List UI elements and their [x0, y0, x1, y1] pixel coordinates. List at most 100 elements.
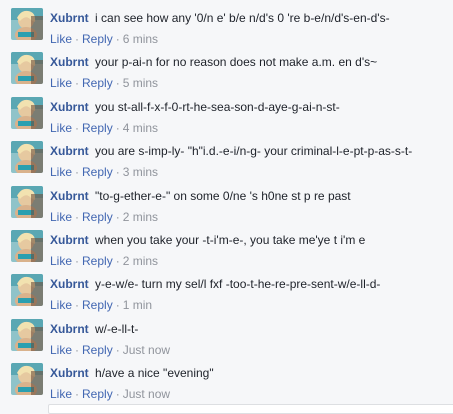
- comment-body: Xubrnt when you take your -t-i'm-e-, you…: [50, 232, 449, 248]
- reply-link[interactable]: Reply: [82, 210, 113, 224]
- like-link[interactable]: Like: [50, 32, 72, 46]
- like-link[interactable]: Like: [50, 254, 72, 268]
- comment-timestamp[interactable]: Just now: [123, 387, 170, 401]
- comment-author[interactable]: Xubrnt: [50, 100, 89, 114]
- reply-link[interactable]: Reply: [82, 254, 113, 268]
- separator-dot: ·: [75, 298, 80, 313]
- comment-text: i can see how any '0/n e' b/e n/d's 0 'r…: [95, 11, 390, 25]
- comment-actions: Like · Reply · 1 min: [50, 297, 152, 313]
- comment-author[interactable]: Xubrnt: [50, 277, 89, 291]
- comment-item: Xubrnt your p-ai-n for no reason does no…: [0, 52, 453, 96]
- like-link[interactable]: Like: [50, 121, 72, 135]
- like-link[interactable]: Like: [50, 76, 72, 90]
- separator-dot: ·: [75, 342, 80, 357]
- comment-body: Xubrnt your p-ai-n for no reason does no…: [50, 54, 449, 70]
- comment-body: Xubrnt y-e-w/e- turn my sel/l fxf -too-t…: [50, 276, 449, 292]
- comment-actions: Like · Reply · 3 mins: [50, 164, 158, 180]
- comment-item: Xubrnt i can see how any '0/n e' b/e n/d…: [0, 8, 453, 52]
- comment-timestamp[interactable]: 5 mins: [123, 76, 158, 90]
- comment-body: Xubrnt i can see how any '0/n e' b/e n/d…: [50, 10, 449, 26]
- comment-item: Xubrnt you are s-imp-ly- "h"i.d.-e-i/n-g…: [0, 141, 453, 185]
- like-link[interactable]: Like: [50, 298, 72, 312]
- avatar[interactable]: [11, 141, 43, 174]
- separator-dot: ·: [115, 254, 120, 268]
- comment-item: Xubrnt when you take your -t-i'm-e-, you…: [0, 230, 453, 274]
- separator-dot: ·: [115, 76, 120, 91]
- reply-link[interactable]: Reply: [82, 298, 113, 312]
- comment-timestamp[interactable]: 2 mins: [123, 254, 158, 268]
- comment-timestamp[interactable]: 4 mins: [123, 121, 158, 135]
- comment-author[interactable]: Xubrnt: [50, 233, 89, 247]
- avatar[interactable]: [11, 8, 43, 40]
- comment-actions: Like · Reply · 5 mins: [50, 75, 158, 91]
- comment-text: your p-ai-n for no reason does not make …: [95, 55, 378, 70]
- separator-dot: ·: [115, 165, 120, 180]
- reply-link[interactable]: Reply: [82, 387, 113, 401]
- avatar[interactable]: [11, 274, 43, 307]
- comment-body: Xubrnt h/ave a nice "evening": [50, 365, 449, 381]
- comment-author[interactable]: Xubrnt: [50, 144, 89, 158]
- avatar[interactable]: [11, 185, 43, 218]
- separator-dot: ·: [75, 165, 80, 180]
- comment-text: "to-g-ether-e-" on some 0/ne 's h0ne st …: [95, 188, 351, 203]
- like-link[interactable]: Like: [50, 343, 72, 357]
- comment-timestamp[interactable]: Just now: [123, 343, 170, 357]
- comment-timestamp[interactable]: 1 min: [123, 298, 152, 312]
- comment-body: Xubrnt you st-all-f-x-f-0-rt-he-sea-son-…: [50, 99, 449, 115]
- comment-text: you are s-imp-ly- "h"i.d.-e-i/n-g- your …: [95, 144, 413, 159]
- separator-dot: ·: [75, 32, 80, 46]
- avatar[interactable]: [11, 318, 43, 351]
- separator-dot: ·: [75, 76, 80, 91]
- comment-text: when you take your -t-i'm-e-, you take m…: [95, 233, 366, 247]
- comment-actions: Like · Reply · Just now: [50, 386, 170, 402]
- comment-item: Xubrnt h/ave a nice "evening" Like · Reply…: [0, 363, 453, 407]
- separator-dot: ·: [75, 209, 80, 224]
- comment-text: you st-all-f-x-f-0-rt-he-sea-son-d-aye-g…: [95, 99, 340, 114]
- separator-dot: ·: [115, 32, 120, 46]
- comment-body: Xubrnt you are s-imp-ly- "h"i.d.-e-i/n-g…: [50, 143, 449, 159]
- comment-timestamp[interactable]: 6 mins: [123, 32, 158, 46]
- separator-dot: ·: [75, 254, 80, 268]
- separator-dot: ·: [115, 342, 120, 357]
- comment-author[interactable]: Xubrnt: [50, 366, 89, 380]
- comment-actions: Like · Reply · Just now: [50, 342, 170, 358]
- reply-link[interactable]: Reply: [82, 121, 113, 135]
- reply-link[interactable]: Reply: [82, 343, 113, 357]
- avatar[interactable]: [11, 52, 43, 85]
- comment-actions: Like · Reply · 2 mins: [50, 209, 158, 225]
- like-link[interactable]: Like: [50, 387, 72, 401]
- separator-dot: ·: [75, 120, 80, 135]
- separator-dot: ·: [75, 387, 80, 402]
- comment-body: Xubrnt "to-g-ether-e-" on some 0/ne 's h…: [50, 188, 449, 204]
- like-link[interactable]: Like: [50, 210, 72, 224]
- avatar[interactable]: [11, 363, 43, 396]
- separator-dot: ·: [115, 120, 120, 135]
- reply-link[interactable]: Reply: [82, 165, 113, 179]
- separator-dot: ·: [115, 209, 120, 224]
- comment-item: Xubrnt w/-e-ll-t- Like · Reply · Just now: [0, 318, 453, 363]
- reply-input[interactable]: [48, 404, 453, 414]
- comment-author[interactable]: Xubrnt: [50, 322, 89, 336]
- comment-author[interactable]: Xubrnt: [50, 55, 89, 69]
- comment-author[interactable]: Xubrnt: [50, 189, 89, 203]
- avatar[interactable]: [11, 96, 43, 129]
- comment-timestamp[interactable]: 3 mins: [123, 165, 158, 179]
- comment-item: Xubrnt y-e-w/e- turn my sel/l fxf -too-t…: [0, 274, 453, 318]
- like-link[interactable]: Like: [50, 165, 72, 179]
- comment-text: h/ave a nice "evening": [95, 366, 214, 381]
- separator-dot: ·: [115, 298, 120, 313]
- reply-link[interactable]: Reply: [82, 32, 113, 46]
- comment-text: w/-e-ll-t-: [95, 321, 139, 336]
- comment-text: y-e-w/e- turn my sel/l fxf -too-t-he-re-…: [95, 277, 381, 292]
- comment-actions: Like · Reply · 6 mins: [50, 31, 158, 47]
- separator-dot: ·: [115, 387, 120, 402]
- reply-link[interactable]: Reply: [82, 76, 113, 90]
- comment-item: Xubrnt "to-g-ether-e-" on some 0/ne 's h…: [0, 185, 453, 230]
- comment-body: Xubrnt w/-e-ll-t-: [50, 321, 449, 337]
- avatar[interactable]: [11, 230, 43, 262]
- comment-author[interactable]: Xubrnt: [50, 11, 89, 25]
- comment-timestamp[interactable]: 2 mins: [123, 210, 158, 224]
- comment-item: Xubrnt you st-all-f-x-f-0-rt-he-sea-son-…: [0, 96, 453, 141]
- comment-actions: Like · Reply · 2 mins: [50, 253, 158, 269]
- comment-actions: Like · Reply · 4 mins: [50, 120, 158, 136]
